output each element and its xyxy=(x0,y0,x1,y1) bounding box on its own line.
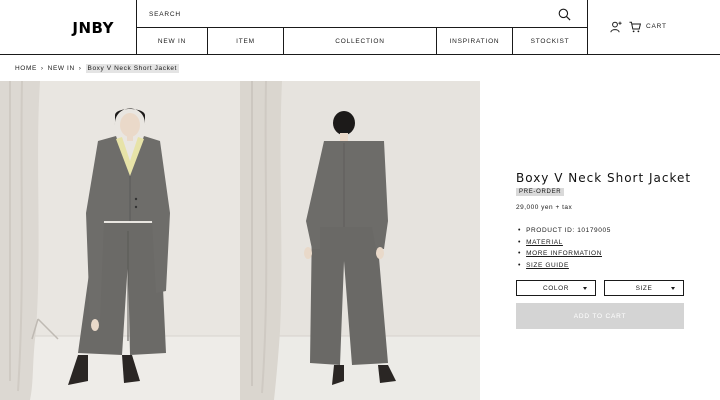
breadcrumb-separator: › xyxy=(40,65,44,72)
product-info-list: PRODUCT ID: 10179005 MATERIAL MORE INFOR… xyxy=(518,225,611,271)
cart-label[interactable]: CART xyxy=(646,23,667,30)
nav-item-new-in[interactable]: NEW IN xyxy=(137,28,208,55)
nav-item-collection[interactable]: COLLECTION xyxy=(284,28,437,55)
size-guide-link[interactable]: SIZE GUIDE xyxy=(526,262,569,269)
header-actions: CART xyxy=(588,0,720,55)
color-select[interactable]: COLOR xyxy=(516,280,596,296)
nav-item-stockist[interactable]: STOCKIST xyxy=(513,28,587,55)
chevron-down-icon xyxy=(583,287,587,290)
product-title: Boxy V Neck Short Jacket xyxy=(516,171,692,185)
breadcrumb-home[interactable]: HOME xyxy=(15,65,37,72)
color-select-label: COLOR xyxy=(542,284,570,292)
brand-logo[interactable]: JNBY xyxy=(0,0,136,55)
material-link[interactable]: MATERIAL xyxy=(526,239,563,246)
header-center: NEW IN ITEM COLLECTION INSPIRATION STOCK… xyxy=(136,0,588,55)
site-header: JNBY NEW IN ITEM COLLECTION INSPIRATION … xyxy=(0,0,720,55)
size-select[interactable]: SIZE xyxy=(604,280,684,296)
breadcrumb-new-in[interactable]: NEW IN xyxy=(48,65,75,72)
breadcrumb-separator: › xyxy=(78,65,82,72)
chevron-down-icon xyxy=(671,287,675,290)
breadcrumb: HOME › NEW IN › Boxy V Neck Short Jacket xyxy=(15,64,180,73)
more-information-item: MORE INFORMATION xyxy=(518,248,611,260)
breadcrumb-current: Boxy V Neck Short Jacket xyxy=(85,64,180,73)
pre-order-badge: PRE-ORDER xyxy=(516,188,565,196)
nav-item-item[interactable]: ITEM xyxy=(208,28,284,55)
product-id-text: PRODUCT ID: 10179005 xyxy=(526,227,611,235)
search-input[interactable] xyxy=(149,7,549,21)
search-icon[interactable] xyxy=(558,8,571,21)
main-nav: NEW IN ITEM COLLECTION INSPIRATION STOCK… xyxy=(137,28,587,55)
size-select-label: SIZE xyxy=(635,284,653,292)
product-id: PRODUCT ID: 10179005 xyxy=(518,225,611,237)
add-to-cart-button[interactable]: ADD TO CART xyxy=(516,303,684,329)
product-price: 29,000 yen + tax xyxy=(516,204,573,211)
product-image-front[interactable] xyxy=(0,81,240,400)
nav-item-inspiration[interactable]: INSPIRATION xyxy=(437,28,513,55)
product-image-back[interactable] xyxy=(240,81,480,400)
search-bar xyxy=(137,0,587,28)
size-guide-item: SIZE GUIDE xyxy=(518,260,611,272)
user-add-icon[interactable] xyxy=(610,21,622,33)
material-item: MATERIAL xyxy=(518,237,611,249)
cart-icon[interactable] xyxy=(629,21,641,33)
more-information-link[interactable]: MORE INFORMATION xyxy=(526,250,602,257)
